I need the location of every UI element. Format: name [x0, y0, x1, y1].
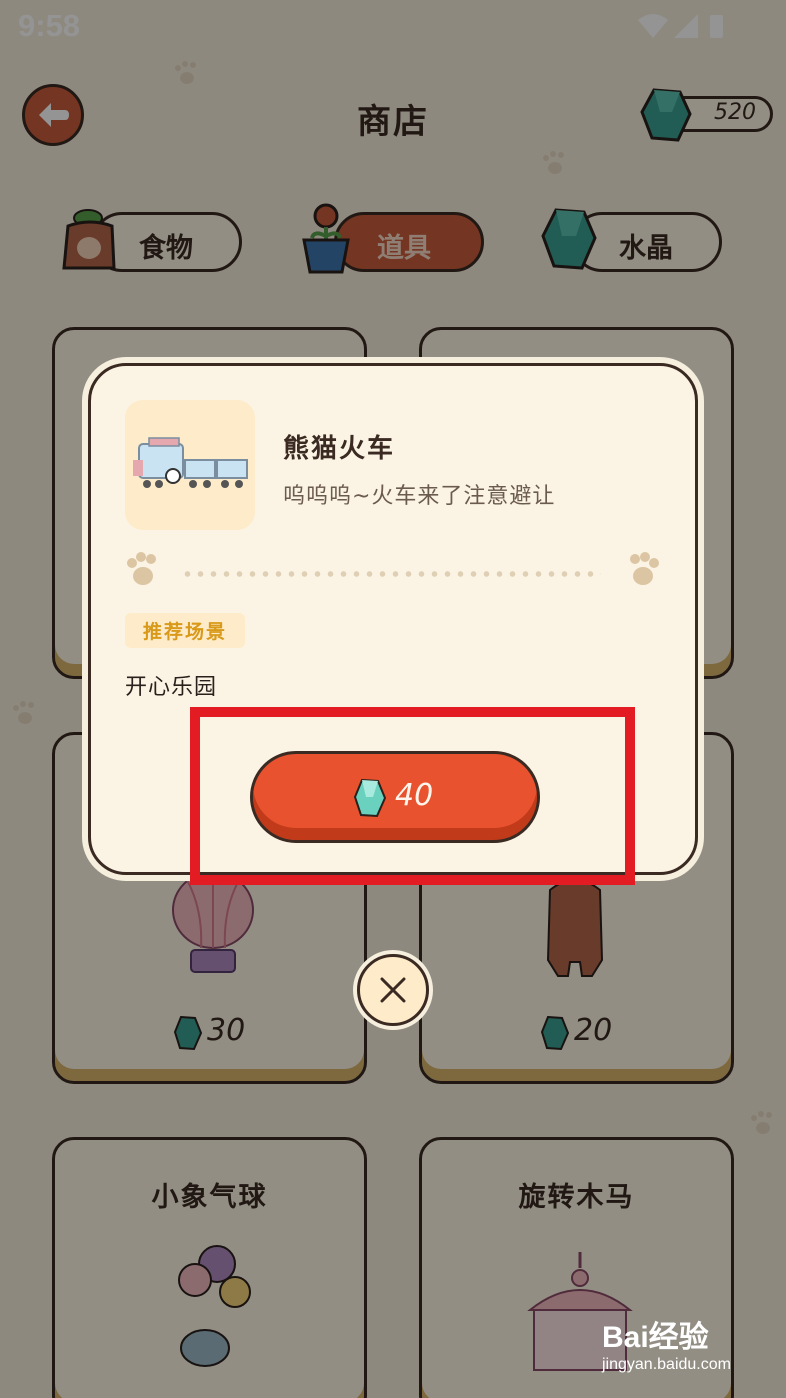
watermark-url: jingyan.baidu.com	[602, 1356, 731, 1373]
item-name: 熊猫火车	[283, 434, 396, 464]
dotted-divider	[181, 571, 601, 577]
close-icon	[380, 977, 406, 1003]
highlight-box	[190, 707, 635, 885]
panda-train-icon	[133, 437, 248, 488]
item-description: 呜呜呜~火车来了注意避让	[283, 484, 556, 509]
scene-value: 开心乐园	[125, 675, 218, 700]
watermark-logo: Bai经验	[602, 1321, 709, 1354]
watermark: Bai经验 jingyan.baidu.com	[602, 1310, 752, 1380]
close-button[interactable]	[357, 954, 429, 1026]
scene-tag: 推荐场景	[125, 613, 246, 648]
paw-icon	[127, 552, 156, 585]
item-thumbnail	[125, 400, 255, 530]
paw-icon	[630, 552, 659, 585]
